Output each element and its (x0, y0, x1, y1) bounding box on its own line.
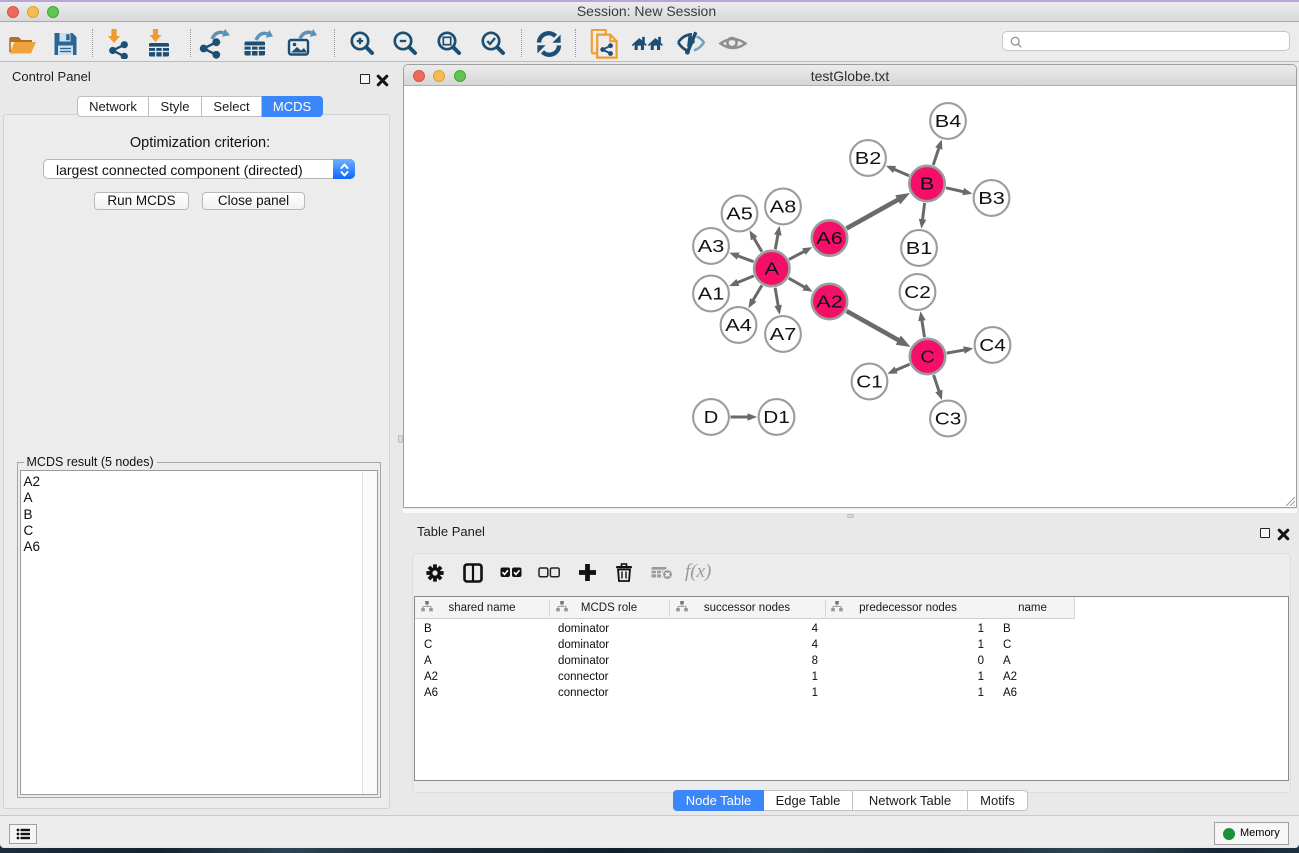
svg-text:A4: A4 (725, 315, 752, 335)
svg-text:A6: A6 (816, 228, 843, 248)
svg-text:A: A (765, 259, 780, 279)
svg-text:A2: A2 (816, 292, 843, 312)
svg-text:B3: B3 (978, 188, 1005, 208)
svg-text:B: B (920, 174, 935, 194)
svg-text:A7: A7 (770, 324, 797, 344)
svg-text:C4: C4 (979, 335, 1006, 355)
svg-text:C1: C1 (856, 372, 883, 392)
svg-text:C2: C2 (904, 282, 931, 302)
svg-text:A8: A8 (770, 197, 797, 217)
svg-text:B4: B4 (935, 111, 962, 131)
svg-text:A1: A1 (698, 284, 725, 304)
svg-text:C: C (920, 347, 935, 367)
svg-text:A3: A3 (698, 236, 725, 256)
svg-text:B2: B2 (855, 148, 882, 168)
svg-text:B1: B1 (906, 238, 933, 258)
svg-text:D1: D1 (763, 407, 790, 427)
svg-text:A5: A5 (726, 204, 753, 224)
svg-text:C3: C3 (935, 409, 962, 429)
svg-text:D: D (704, 407, 719, 427)
